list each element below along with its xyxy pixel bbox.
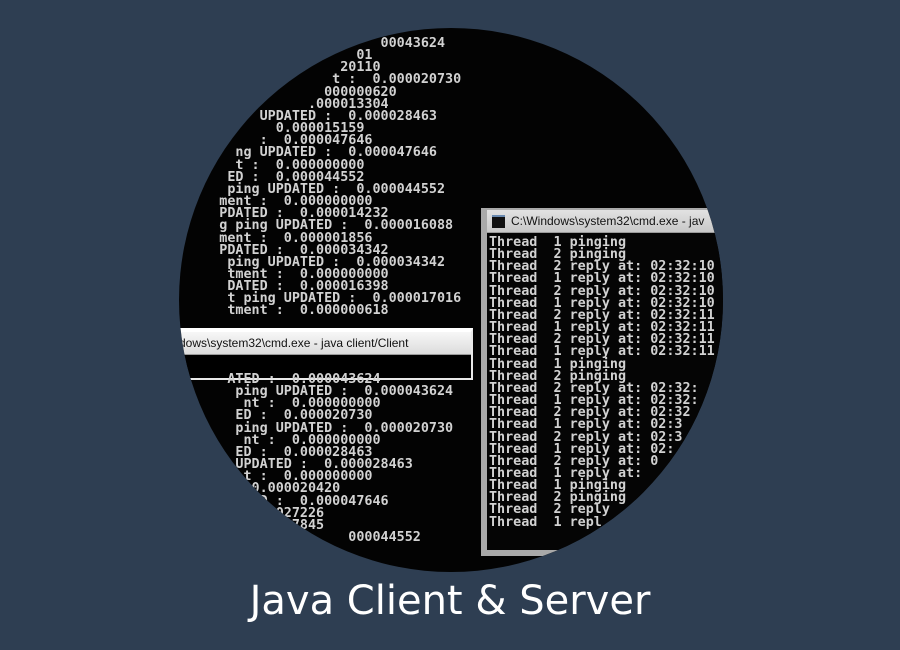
slide-title: Java Client & Server — [249, 578, 651, 624]
server-log: Thread 1 pinging Thread 2 pinging Thread… — [489, 235, 715, 530]
cmd-icon — [492, 215, 505, 228]
server-window-titlebar[interactable]: C:\Windows\system32\cmd.exe - jav — [487, 210, 723, 233]
server-window-title: C:\Windows\system32\cmd.exe - jav — [511, 214, 705, 228]
client-window-title: dows\system32\cmd.exe - java client/Clie… — [179, 336, 409, 350]
client-log-bottom: ATED : 0.000043624 ping UPDATED : 0.0000… — [227, 372, 454, 546]
terminal-screenshot-circle: 00043624 01 20110 t : 0.000020730 000000… — [179, 28, 723, 572]
client-window-titlebar[interactable]: dows\system32\cmd.exe - java client/Clie… — [179, 332, 471, 355]
client-log-top: 00043624 01 20110 t : 0.000020730 000000… — [219, 36, 462, 319]
server-terminal-window[interactable]: C:\Windows\system32\cmd.exe - jav Thread… — [481, 208, 723, 556]
